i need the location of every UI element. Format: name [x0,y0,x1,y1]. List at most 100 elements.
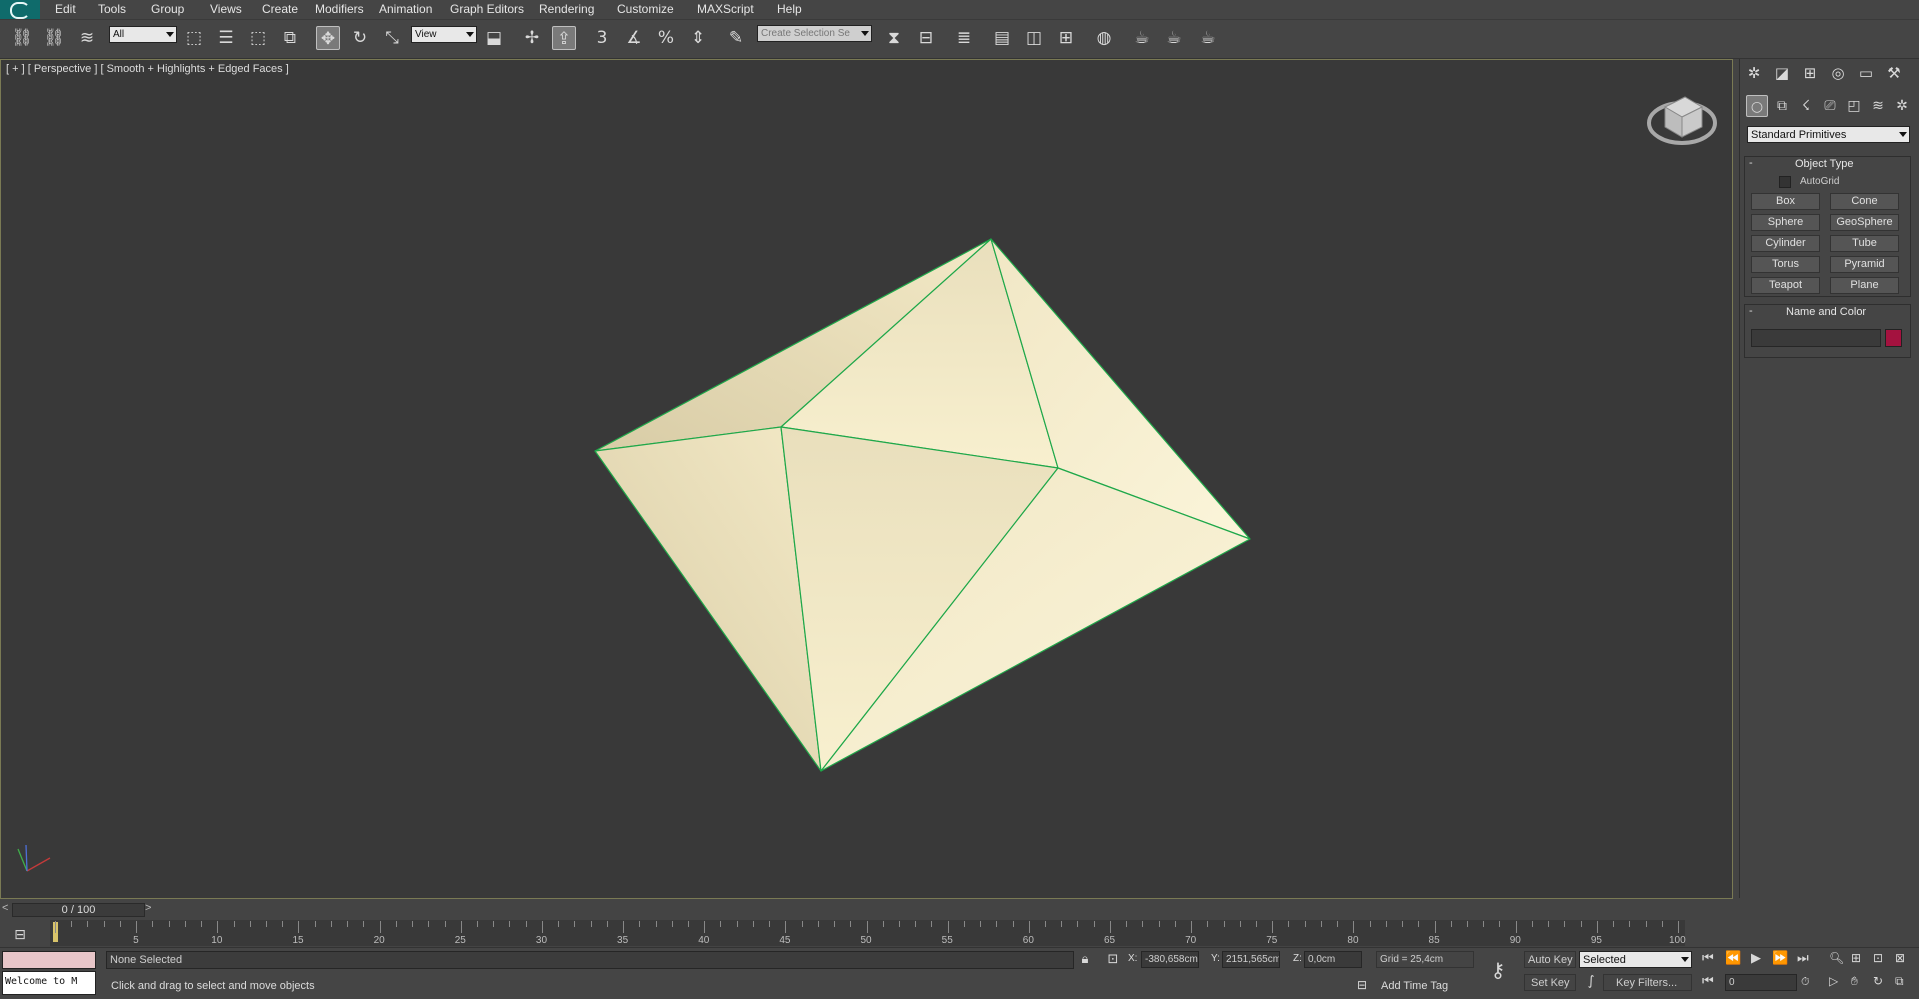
select-object-icon[interactable]: ⬚ [182,26,206,50]
mini-curve-editor-icon[interactable]: ⊟ [8,923,32,947]
maxscript-listener-output[interactable]: Welcome to M [2,971,96,995]
percent-snap-icon[interactable]: % [654,26,678,50]
teapot-button[interactable]: Teapot [1751,277,1820,294]
edit-named-selection-icon[interactable]: ✎ [724,26,748,50]
maxscript-listener-input[interactable] [2,951,96,969]
zoom-extents-icon[interactable]: ⊡ [1873,951,1883,965]
set-key-button[interactable]: Set Key [1524,974,1576,991]
x-coordinate-field[interactable]: -380,658cm [1141,951,1199,968]
schematic-view-icon[interactable]: ⊞ [1054,26,1078,50]
pyramid-mesh[interactable] [594,238,1251,772]
torus-button[interactable]: Torus [1751,256,1820,273]
sphere-button[interactable]: Sphere [1751,214,1820,231]
curve-editor-icon[interactable]: ◫ [1022,26,1046,50]
align-icon[interactable]: ⊟ [914,26,938,50]
z-coordinate-field[interactable]: 0,0cm [1304,951,1362,968]
menu-edit[interactable]: Edit [55,2,76,16]
auto-key-button[interactable]: Auto Key [1524,951,1576,968]
key-mode-toggle-icon[interactable]: ⏮ [1702,974,1714,989]
pan-view-icon[interactable]: ✋︎ [1851,974,1858,989]
menu-rendering[interactable]: Rendering [539,2,594,16]
select-and-rotate-icon[interactable]: ↻ [348,26,372,50]
maximize-viewport-icon[interactable]: ⧉ [1895,974,1904,989]
material-editor-icon[interactable]: ◍ [1092,26,1116,50]
pivot-center-icon[interactable]: ⬓ [482,26,506,50]
orbit-icon[interactable]: ↻ [1873,974,1883,988]
window-crossing-icon[interactable]: ⧉ [278,26,302,50]
snaps-toggle-icon[interactable]: 3 [590,26,614,50]
selection-lock-icon[interactable]: 🔒︎ [1073,948,1097,972]
spinner-snap-icon[interactable]: ⇕ [686,26,710,50]
select-and-move-icon[interactable]: ✥ [316,26,340,50]
unlink-icon[interactable]: ⛓ [42,26,66,50]
add-time-tag[interactable]: Add Time Tag [1381,980,1448,992]
cone-button[interactable]: Cone [1830,193,1899,210]
zoom-extents-all-icon[interactable]: ⊠ [1895,951,1905,965]
time-configuration-icon[interactable]: ⏱ [1801,975,1810,989]
go-to-start-icon[interactable]: ⏮ [1702,951,1714,966]
lights-category-icon[interactable]: ☇ [1795,95,1817,117]
current-frame-field[interactable]: 0 [1725,974,1797,991]
menu-customize[interactable]: Customize [617,2,674,16]
layer-manager-icon[interactable]: ≣ [952,26,976,50]
box-button[interactable]: Box [1751,193,1820,210]
geometry-type-dropdown[interactable]: Standard Primitives [1747,126,1910,143]
shapes-category-icon[interactable]: ⧉ [1771,95,1793,117]
create-tab-icon[interactable]: ✲ [1742,61,1766,85]
previous-frame-icon[interactable]: ⏪ [1725,951,1741,966]
time-next-button[interactable]: > [145,902,151,914]
rendered-frame-window-icon[interactable]: ☕ [1162,26,1186,50]
view-cube-icon[interactable] [1647,96,1717,145]
menu-help[interactable]: Help [777,2,802,16]
autogrid-checkbox[interactable] [1779,176,1791,188]
modify-tab-icon[interactable]: ◪ [1770,61,1794,85]
set-key-mode-icon[interactable]: ⚷ [1486,958,1510,982]
collapse-icon[interactable]: - [1749,305,1753,317]
object-name-field[interactable] [1751,329,1881,347]
menu-maxscript[interactable]: MAXScript [697,2,754,16]
display-tab-icon[interactable]: ▭ [1854,61,1878,85]
play-icon[interactable]: ▶ [1751,951,1761,966]
y-coordinate-field[interactable]: 2151,565cm [1222,951,1280,968]
key-mode-dropdown[interactable]: Selected [1579,951,1692,968]
bind-space-warp-icon[interactable]: ≋ [75,26,99,50]
cylinder-button[interactable]: Cylinder [1751,235,1820,252]
render-setup-icon[interactable]: ☕ [1130,26,1154,50]
menu-tools[interactable]: Tools [98,2,126,16]
reference-coordinate-dropdown[interactable]: View [411,26,477,43]
helpers-category-icon[interactable]: ◰ [1843,95,1865,117]
space-warps-category-icon[interactable]: ≋ [1867,95,1889,117]
geometry-category-icon[interactable]: ○ [1746,95,1768,117]
menu-graph-editors[interactable]: Graph Editors [450,2,524,16]
cameras-category-icon[interactable]: ⎚ [1819,95,1841,117]
menu-group[interactable]: Group [151,2,184,16]
default-in-out-tangents-icon[interactable]: ∫ [1579,970,1603,994]
select-manipulate-icon[interactable]: ✢ [520,26,544,50]
next-frame-icon[interactable]: ⏩ [1772,951,1788,966]
zoom-all-icon[interactable]: ⊞ [1851,951,1861,965]
time-prev-button[interactable]: < [2,902,8,914]
time-slider[interactable]: 0 / 100 [12,903,145,917]
mirror-icon[interactable]: ⧗ [882,26,906,50]
key-filters-button[interactable]: Key Filters... [1603,974,1692,991]
selection-filter-dropdown[interactable]: All [109,26,177,43]
tube-button[interactable]: Tube [1830,235,1899,252]
menu-views[interactable]: Views [210,2,242,16]
rectangular-selection-icon[interactable]: ⬚ [246,26,270,50]
render-production-icon[interactable]: ☕ [1196,26,1220,50]
absolute-mode-icon[interactable]: ⊡ [1101,948,1125,972]
menu-modifiers[interactable]: Modifiers [315,2,364,16]
time-tag-icon[interactable]: ⊟ [1350,973,1374,997]
field-of-view-icon[interactable]: ▷ [1829,974,1838,988]
named-selection-sets-dropdown[interactable]: Create Selection Se [757,25,872,42]
systems-category-icon[interactable]: ✲ [1891,95,1913,117]
object-type-title[interactable]: Object Type [1795,158,1854,170]
motion-tab-icon[interactable]: ◎ [1826,61,1850,85]
go-to-end-icon[interactable]: ⏭ [1797,951,1809,966]
select-and-scale-icon[interactable]: ⤡ [380,26,404,50]
app-logo-icon[interactable] [0,0,40,19]
plane-button[interactable]: Plane [1830,277,1899,294]
hierarchy-tab-icon[interactable]: ⊞ [1798,61,1822,85]
menu-animation[interactable]: Animation [379,2,432,16]
utilities-tab-icon[interactable]: ⚒ [1882,61,1906,85]
